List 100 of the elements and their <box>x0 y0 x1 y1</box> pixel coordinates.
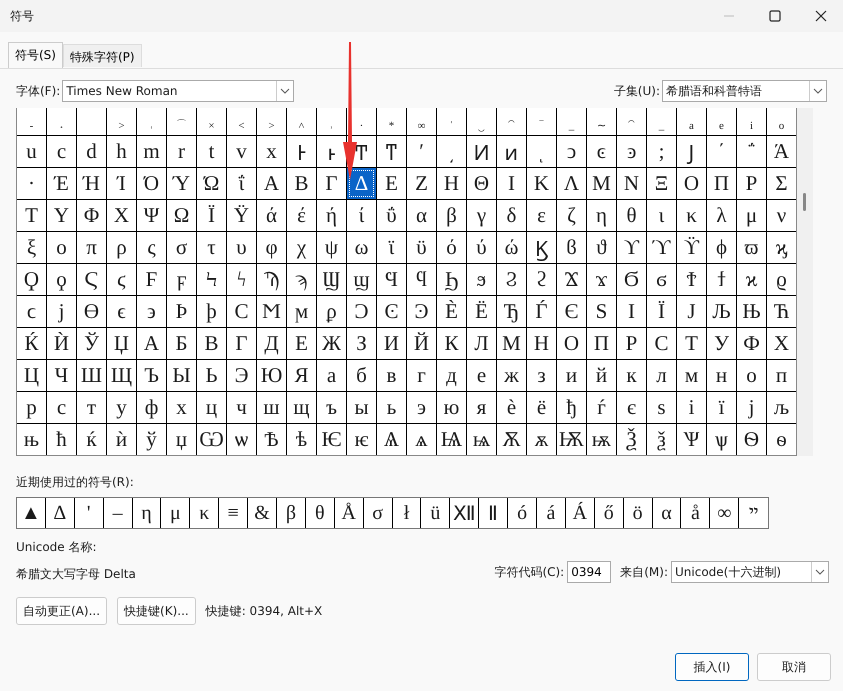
symbol-cell[interactable]: Ѳ <box>737 424 766 455</box>
symbol-cell[interactable]: г <box>407 360 436 391</box>
symbol-cell[interactable]: Ъ <box>137 360 166 391</box>
symbol-cell[interactable]: ц <box>197 392 226 423</box>
symbol-cell[interactable]: ϵ <box>107 296 136 327</box>
symbol-cell[interactable]: v <box>227 136 256 167</box>
symbol-cell[interactable]: љ <box>767 392 796 423</box>
symbol-cell[interactable]: к <box>617 360 646 391</box>
symbol-cell[interactable]: ϋ <box>407 232 436 263</box>
symbol-cell[interactable]: Ћ <box>767 296 796 327</box>
symbol-cell[interactable]: Ϸ <box>167 296 196 327</box>
symbol-cell[interactable]: Л <box>467 328 496 359</box>
symbol-cell[interactable]: ‐ <box>17 108 46 135</box>
symbol-cell[interactable]: σ <box>167 232 196 263</box>
symbol-cell[interactable]: λ <box>707 200 736 231</box>
symbol-cell[interactable]: Ѕ <box>587 296 616 327</box>
symbol-cell[interactable]: Щ <box>107 360 136 391</box>
symbol-cell[interactable]: б <box>347 360 376 391</box>
symbol-cell[interactable]: Ϩ <box>497 264 526 295</box>
symbol-cell[interactable]: ϗ <box>767 232 796 263</box>
symbol-cell[interactable]: Ϡ <box>257 264 286 295</box>
symbol-cell[interactable]: Ξ <box>647 168 676 199</box>
symbol-cell[interactable]: × <box>197 108 226 135</box>
symbol-cell[interactable]: Џ <box>107 328 136 359</box>
symbol-cell[interactable]: Э <box>227 360 256 391</box>
symbol-cell[interactable]: _ <box>557 108 586 135</box>
symbol-cell[interactable]: ʹ <box>407 136 436 167</box>
symbol-cell[interactable]: ΅ <box>737 136 766 167</box>
symbol-cell[interactable]: Ί <box>107 168 136 199</box>
symbol-cell[interactable]: Ό <box>137 168 166 199</box>
symbol-cell[interactable]: ΰ <box>377 200 406 231</box>
symbol-cell[interactable]: Ж <box>317 328 346 359</box>
symbol-cell[interactable]: п <box>767 360 796 391</box>
symbol-cell[interactable]: с <box>47 392 76 423</box>
symbol-cell[interactable]: Θ <box>467 168 496 199</box>
symbol-cell[interactable]: С <box>647 328 676 359</box>
symbol-cell[interactable]: Ϥ <box>377 264 406 295</box>
symbol-cell[interactable]: н <box>707 360 736 391</box>
symbol-cell[interactable]: ѫ <box>527 424 556 455</box>
symbol-cell[interactable]: Ρ <box>737 168 766 199</box>
symbol-cell[interactable]: ˃ <box>257 108 286 135</box>
shortcut-key-button[interactable]: 快捷键(K)... <box>117 597 196 625</box>
symbol-cell[interactable]: ύ <box>467 232 496 263</box>
symbol-cell[interactable]: Σ <box>767 168 796 199</box>
symbol-cell[interactable]: Ј <box>677 296 706 327</box>
symbol-cell[interactable]: u <box>17 136 46 167</box>
symbol-cell[interactable]: ў <box>137 424 166 455</box>
symbol-cell[interactable]: Υ <box>47 200 76 231</box>
symbol-cell[interactable]: Ї <box>647 296 676 327</box>
symbol-cell[interactable]: М <box>497 328 526 359</box>
symbol-cell[interactable]: ќ <box>77 424 106 455</box>
symbol-cell[interactable]: Ν <box>617 168 646 199</box>
symbol-cell[interactable]: Ώ <box>197 168 226 199</box>
symbol-cell[interactable]: ѝ <box>107 424 136 455</box>
symbol-cell[interactable]: ‾ <box>527 108 556 135</box>
autocorrect-button[interactable]: 自动更正(A)... <box>16 597 108 625</box>
symbol-cell[interactable]: Н <box>527 328 556 359</box>
symbol-cell[interactable]: ͵ <box>437 136 466 167</box>
symbol-cell[interactable]: ь <box>377 392 406 423</box>
symbol-cell[interactable]: Й <box>407 328 436 359</box>
symbol-cell[interactable]: Ќ <box>17 328 46 359</box>
symbol-cell[interactable]: ю <box>437 392 466 423</box>
symbol-cell[interactable]: ш <box>257 392 286 423</box>
symbol-cell[interactable]: ό <box>437 232 466 263</box>
symbol-cell[interactable]: Ц <box>17 360 46 391</box>
symbol-cell[interactable]: Μ <box>587 168 616 199</box>
symbol-cell[interactable]: ώ <box>497 232 526 263</box>
symbol-cell[interactable]: ͽ <box>617 136 646 167</box>
symbol-cell[interactable]: ϖ <box>737 232 766 263</box>
symbol-cell[interactable]: α <box>407 200 436 231</box>
symbol-cell[interactable]: Ѫ <box>497 424 526 455</box>
symbol-cell[interactable]: ѭ <box>587 424 616 455</box>
symbol-cell[interactable]: ν <box>767 200 796 231</box>
symbol-cell[interactable]: Ϭ <box>617 264 646 295</box>
symbol-cell[interactable]: К <box>437 328 466 359</box>
symbol-cell[interactable]: ͻ <box>557 136 586 167</box>
symbol-cell[interactable]: ς <box>137 232 166 263</box>
symbol-cell[interactable]: Ε <box>377 168 406 199</box>
symbol-cell[interactable]: І <box>617 296 646 327</box>
symbol-cell[interactable]: Π <box>707 168 736 199</box>
symbol-cell[interactable]: Ͱ <box>287 136 316 167</box>
scrollbar[interactable] <box>797 108 813 456</box>
symbol-cell[interactable]: Ѩ <box>437 424 466 455</box>
symbol-cell[interactable]: Ͷ <box>467 136 496 167</box>
symbol-cell[interactable]: ϴ <box>77 296 106 327</box>
symbol-cell[interactable]: i <box>737 108 766 135</box>
symbol-cell[interactable]: Ω <box>167 200 196 231</box>
symbol-cell[interactable]: ϣ <box>347 264 376 295</box>
symbol-cell[interactable]: Β <box>287 168 316 199</box>
symbol-cell[interactable]: Ч <box>47 360 76 391</box>
symbol-cell[interactable]: Ё <box>467 296 496 327</box>
close-icon[interactable] <box>815 10 827 22</box>
symbol-cell[interactable]: ϔ <box>677 232 706 263</box>
symbol-cell[interactable]: ͷ <box>497 136 526 167</box>
subset-dropdown[interactable]: 希腊语和科普特语 <box>662 80 827 102</box>
symbol-cell[interactable]: ϩ <box>527 264 556 295</box>
symbol-cell[interactable]: Δ <box>347 168 376 199</box>
symbol-cell[interactable]: Ͽ <box>407 296 436 327</box>
symbol-cell[interactable]: Ѧ <box>377 424 406 455</box>
symbol-cell[interactable]: Ь <box>197 360 226 391</box>
